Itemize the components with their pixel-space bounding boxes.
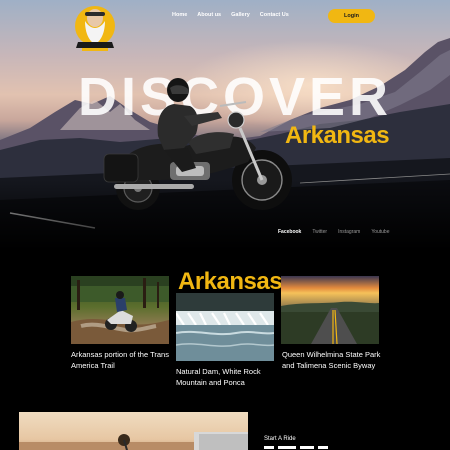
nav-gallery[interactable]: Gallery	[231, 12, 250, 18]
social-links: Facebook Twitter Instagram Youtube	[278, 229, 400, 235]
start-ride-label: Start A Ride	[264, 436, 296, 442]
section-divider	[264, 446, 328, 449]
social-facebook-link[interactable]: Facebook	[278, 229, 301, 235]
nav-about-us[interactable]: About us	[197, 12, 221, 18]
card-image-queen-wilhelmina[interactable]	[281, 276, 379, 344]
card-image-trans-america-trail[interactable]	[71, 276, 169, 344]
card-title-trans-america-trail[interactable]: Arkansas portion of the Trans America Tr…	[71, 349, 171, 371]
section-title: Arkansas	[178, 268, 283, 295]
waterfall-image	[176, 293, 274, 361]
hero-subheadline: Arkansas	[285, 122, 390, 149]
login-button[interactable]: Login	[328, 9, 375, 23]
social-twitter-link[interactable]: Twitter	[312, 229, 327, 235]
site-logo[interactable]	[72, 4, 118, 54]
social-instagram-link[interactable]: Instagram	[338, 229, 360, 235]
social-youtube-link[interactable]: Youtube	[371, 229, 389, 235]
card-title-queen-wilhelmina[interactable]: Queen Wilhelmina State Park and Talimena…	[282, 349, 392, 371]
start-ride-image	[19, 412, 248, 450]
card-image-natural-dam[interactable]	[176, 293, 274, 361]
main-nav: Home About us Gallery Contact Us	[172, 12, 299, 18]
motorcycle-rider-image	[103, 78, 292, 210]
hero-section: DISCOVER Arkansas Home About us Gallery …	[0, 0, 450, 250]
nav-home[interactable]: Home	[172, 12, 187, 18]
card-title-natural-dam[interactable]: Natural Dam, White Rock Mountain and Pon…	[176, 366, 280, 388]
nav-contact-us[interactable]: Contact Us	[260, 12, 289, 18]
scenic-byway-image	[281, 276, 379, 344]
rider-mirror-image	[19, 432, 248, 450]
dirt-bike-rider-image	[71, 276, 169, 344]
